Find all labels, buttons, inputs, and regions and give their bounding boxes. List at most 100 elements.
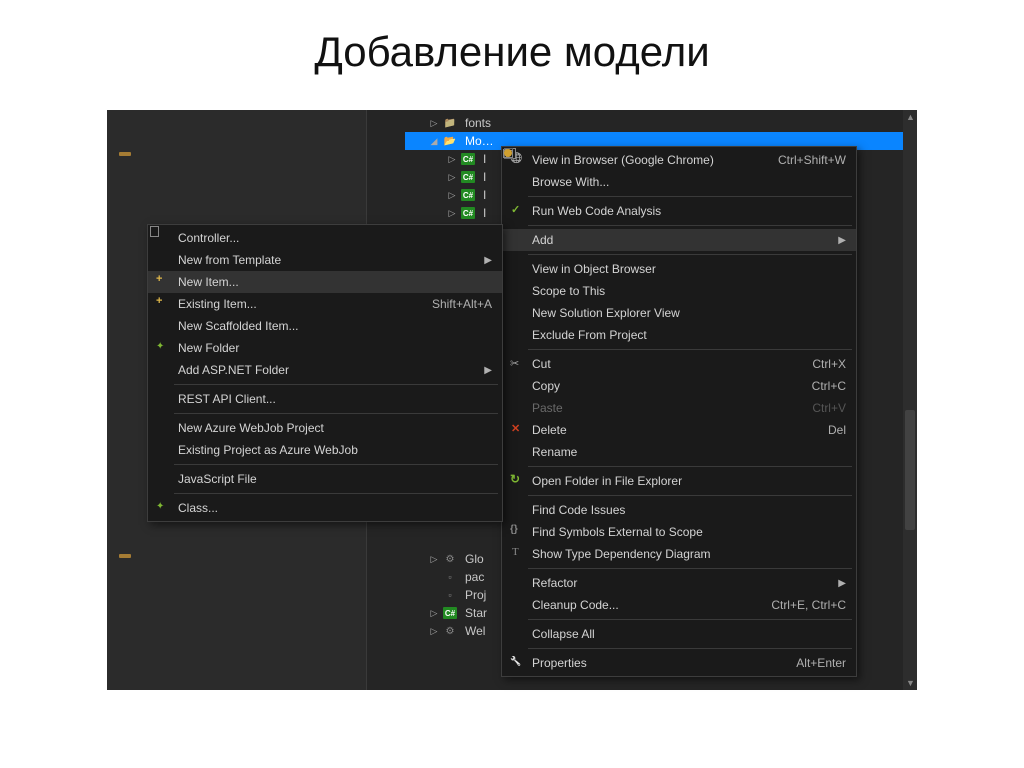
- submenu-arrow-icon: ▶: [814, 235, 846, 246]
- expander-icon[interactable]: ▷: [447, 208, 457, 218]
- menu-item-label: New from Template: [174, 253, 460, 267]
- menu-item[interactable]: Cleanup Code...Ctrl+E, Ctrl+C: [502, 594, 856, 616]
- csharp-file-icon: C#: [443, 607, 457, 619]
- menu-item[interactable]: Find Symbols External to Scope: [502, 521, 856, 543]
- menu-item[interactable]: CutCtrl+X: [502, 353, 856, 375]
- menu-shortcut: Ctrl+E, Ctrl+C: [747, 598, 846, 612]
- menu-item[interactable]: New from Template▶: [148, 249, 502, 271]
- scroll-down-icon[interactable]: ▼: [906, 678, 915, 688]
- tree-item-label: Wel: [461, 624, 485, 638]
- file-icon: [443, 589, 457, 601]
- menu-separator: [528, 254, 852, 255]
- menu-item[interactable]: Show Type Dependency Diagram: [502, 543, 856, 565]
- menu-item[interactable]: JavaScript File: [148, 468, 502, 490]
- menu-item[interactable]: Browse With...: [502, 171, 856, 193]
- menu-item[interactable]: CopyCtrl+C: [502, 375, 856, 397]
- expander-icon[interactable]: ▷: [447, 154, 457, 164]
- config-file-icon: [443, 625, 457, 637]
- wrench-icon: [510, 656, 524, 670]
- csharp-file-icon: C#: [461, 153, 475, 165]
- tree-item-label: Mo…: [461, 134, 494, 148]
- explorer-scrollbar[interactable]: ▲ ▼: [903, 110, 917, 690]
- menu-item-label: Add ASP.NET Folder: [174, 363, 460, 377]
- menu-separator: [174, 464, 498, 465]
- menu-item-label: View in Object Browser: [528, 262, 846, 276]
- menu-item[interactable]: View in Browser (Google Chrome)Ctrl+Shif…: [502, 149, 856, 171]
- menu-item[interactable]: Refactor▶: [502, 572, 856, 594]
- menu-item[interactable]: Controller...: [148, 227, 502, 249]
- menu-item[interactable]: DeleteDel: [502, 419, 856, 441]
- refresh-icon: [510, 474, 524, 488]
- menu-item-label: JavaScript File: [174, 472, 492, 486]
- t-icon: [510, 547, 524, 561]
- menu-item-label: Run Web Code Analysis: [528, 204, 846, 218]
- submenu-arrow-icon: ▶: [460, 255, 492, 266]
- menu-item-label: REST API Client...: [174, 392, 492, 406]
- tree-item-label: Ι: [479, 188, 486, 202]
- menu-item[interactable]: Class...: [148, 497, 502, 519]
- menu-item[interactable]: Add ASP.NET Folder▶: [148, 359, 502, 381]
- tree-item-label: Ι: [479, 152, 486, 166]
- expander-icon[interactable]: [429, 572, 439, 582]
- cut-icon: [510, 357, 524, 371]
- menu-item-label: Find Code Issues: [528, 503, 846, 517]
- menu-item-label: Paste: [528, 401, 788, 415]
- menu-item-label: Delete: [528, 423, 804, 437]
- menu-item[interactable]: Exclude From Project: [502, 324, 856, 346]
- bulb-icon: [504, 149, 512, 157]
- gutter-mark: [119, 152, 131, 156]
- menu-separator: [174, 384, 498, 385]
- brace-icon: [510, 525, 524, 539]
- check-icon: [510, 204, 524, 218]
- menu-item[interactable]: Scope to This: [502, 280, 856, 302]
- tree-item-label: Proj: [461, 588, 486, 602]
- menu-item[interactable]: Existing Item...Shift+Alt+A: [148, 293, 502, 315]
- scroll-up-icon[interactable]: ▲: [906, 112, 915, 122]
- menu-item[interactable]: Add▶: [502, 229, 856, 251]
- menu-item-label: New Azure WebJob Project: [174, 421, 492, 435]
- slide-title: Добавление модели: [0, 0, 1024, 90]
- csharp-file-icon: C#: [461, 189, 475, 201]
- menu-shortcut: Ctrl+C: [788, 379, 846, 393]
- menu-item[interactable]: Find Code Issues: [502, 499, 856, 521]
- menu-item[interactable]: New Azure WebJob Project: [148, 417, 502, 439]
- menu-item[interactable]: Run Web Code Analysis: [502, 200, 856, 222]
- csharp-file-icon: C#: [461, 207, 475, 219]
- menu-item-label: Rename: [528, 445, 846, 459]
- menu-item[interactable]: REST API Client...: [148, 388, 502, 410]
- tree-item-label: Ι: [479, 206, 486, 220]
- context-menu-add[interactable]: Controller...New from Template▶New Item.…: [147, 224, 503, 522]
- menu-item-label: Collapse All: [528, 627, 846, 641]
- menu-item-label: Properties: [528, 656, 772, 670]
- menu-item[interactable]: View in Object Browser: [502, 258, 856, 280]
- menu-item[interactable]: Existing Project as Azure WebJob: [148, 439, 502, 461]
- menu-item-label: Browse With...: [528, 175, 846, 189]
- menu-item[interactable]: PropertiesAlt+Enter: [502, 652, 856, 674]
- expander-icon[interactable]: [429, 590, 439, 600]
- expander-icon[interactable]: ▷: [447, 190, 457, 200]
- menu-item[interactable]: New Item...: [148, 271, 502, 293]
- tree-item[interactable]: ▷fonts: [405, 114, 917, 132]
- menu-item-label: Find Symbols External to Scope: [528, 525, 846, 539]
- folder-icon: [443, 117, 457, 129]
- expander-icon[interactable]: ◢: [429, 136, 439, 146]
- context-menu-main[interactable]: View in Browser (Google Chrome)Ctrl+Shif…: [501, 146, 857, 677]
- scroll-thumb[interactable]: [905, 410, 915, 530]
- menu-separator: [528, 619, 852, 620]
- menu-item-label: Cleanup Code...: [528, 598, 747, 612]
- menu-item[interactable]: Open Folder in File Explorer: [502, 470, 856, 492]
- menu-separator: [528, 495, 852, 496]
- menu-separator: [528, 466, 852, 467]
- expander-icon[interactable]: ▷: [429, 554, 439, 564]
- expander-icon[interactable]: ▷: [447, 172, 457, 182]
- menu-item[interactable]: New Scaffolded Item...: [148, 315, 502, 337]
- expander-icon[interactable]: ▷: [429, 626, 439, 636]
- expander-icon[interactable]: ▷: [429, 118, 439, 128]
- menu-item[interactable]: Collapse All: [502, 623, 856, 645]
- menu-item[interactable]: New Solution Explorer View: [502, 302, 856, 324]
- expander-icon[interactable]: ▷: [429, 608, 439, 618]
- menu-item[interactable]: Rename: [502, 441, 856, 463]
- menu-item[interactable]: New Folder: [148, 337, 502, 359]
- tree-item-label: Glo: [461, 552, 484, 566]
- config-file-icon: [443, 553, 457, 565]
